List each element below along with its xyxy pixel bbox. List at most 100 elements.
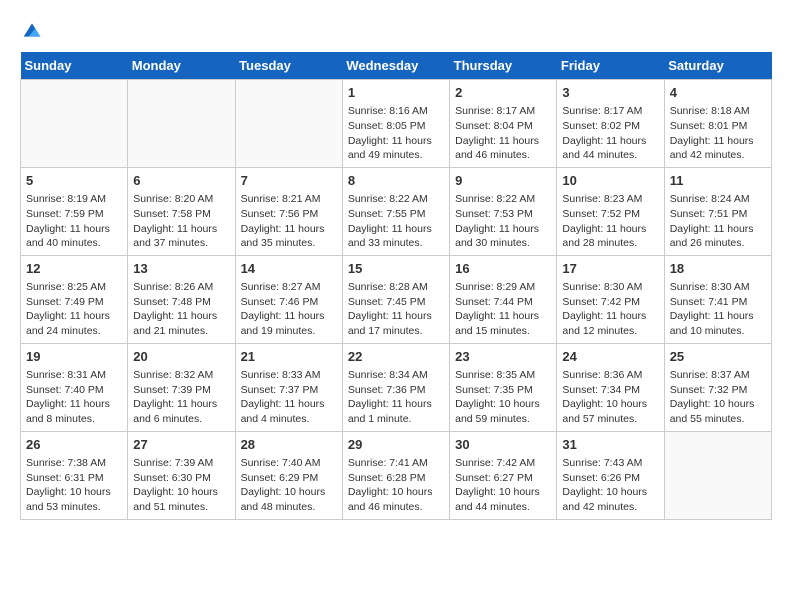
calendar-week-5: 26Sunrise: 7:38 AM Sunset: 6:31 PM Dayli… [21, 431, 772, 519]
weekday-header-row: SundayMondayTuesdayWednesdayThursdayFrid… [21, 52, 772, 80]
day-info: Sunrise: 8:37 AM Sunset: 7:32 PM Dayligh… [670, 368, 766, 427]
day-number: 8 [348, 172, 444, 190]
day-info: Sunrise: 8:28 AM Sunset: 7:45 PM Dayligh… [348, 280, 444, 339]
calendar-cell: 29 Sunrise: 7:41 AM Sunset: 6:28 PM Dayli… [342, 431, 449, 519]
calendar-week-4: 19 Sunrise: 8:31 AM Sunset: 7:40 PM Dayli… [21, 343, 772, 431]
calendar-cell: 5 Sunrise: 8:19 AM Sunset: 7:59 PM Daylig… [21, 167, 128, 255]
calendar-cell [128, 80, 235, 168]
day-info: Sunrise: 8:30 AM Sunset: 7:41 PM Dayligh… [670, 280, 766, 339]
weekday-header-thursday: Thursday [450, 52, 557, 80]
day-info: Sunrise: 8:16 AM Sunset: 8:05 PM Dayligh… [348, 104, 444, 163]
day-info: Sunrise: 8:21 AM Sunset: 7:56 PM Dayligh… [241, 192, 337, 251]
calendar-cell: 17Sunrise: 8:30 AM Sunset: 7:42 PM Dayli… [557, 255, 664, 343]
calendar-cell: 27 Sunrise: 7:39 AM Sunset: 6:30 PM Dayli… [128, 431, 235, 519]
day-number: 28 [241, 436, 337, 454]
day-info: Sunrise: 8:19 AM Sunset: 7:59 PM Dayligh… [26, 192, 122, 251]
day-number: 3 [562, 84, 658, 102]
calendar-cell: 10 Sunrise: 8:23 AM Sunset: 7:52 PM Dayli… [557, 167, 664, 255]
day-number: 27 [133, 436, 229, 454]
day-info: Sunrise: 7:41 AM Sunset: 6:28 PM Dayligh… [348, 456, 444, 515]
calendar-cell: 14 Sunrise: 8:27 AM Sunset: 7:46 PM Dayli… [235, 255, 342, 343]
calendar-cell: 18Sunrise: 8:30 AM Sunset: 7:41 PM Dayli… [664, 255, 771, 343]
calendar-cell: 15 Sunrise: 8:28 AM Sunset: 7:45 PM Dayli… [342, 255, 449, 343]
weekday-header-saturday: Saturday [664, 52, 771, 80]
day-info: Sunrise: 8:29 AM Sunset: 7:44 PM Dayligh… [455, 280, 551, 339]
calendar-cell [21, 80, 128, 168]
calendar-cell: 19 Sunrise: 8:31 AM Sunset: 7:40 PM Dayli… [21, 343, 128, 431]
day-number: 11 [670, 172, 766, 190]
day-info: Sunrise: 8:20 AM Sunset: 7:58 PM Dayligh… [133, 192, 229, 251]
day-number: 9 [455, 172, 551, 190]
day-info: Sunrise: 8:22 AM Sunset: 7:55 PM Dayligh… [348, 192, 444, 251]
calendar-cell: 6 Sunrise: 8:20 AM Sunset: 7:58 PM Daylig… [128, 167, 235, 255]
day-number: 25 [670, 348, 766, 366]
day-number: 12 [26, 260, 122, 278]
day-number: 23 [455, 348, 551, 366]
day-number: 2 [455, 84, 551, 102]
day-info: Sunrise: 7:38 AM Sunset: 6:31 PM Dayligh… [26, 456, 122, 515]
day-info: Sunrise: 7:40 AM Sunset: 6:29 PM Dayligh… [241, 456, 337, 515]
calendar-cell: 2 Sunrise: 8:17 AM Sunset: 8:04 PM Daylig… [450, 80, 557, 168]
day-info: Sunrise: 8:36 AM Sunset: 7:34 PM Dayligh… [562, 368, 658, 427]
day-number: 31 [562, 436, 658, 454]
day-number: 22 [348, 348, 444, 366]
day-info: Sunrise: 8:31 AM Sunset: 7:40 PM Dayligh… [26, 368, 122, 427]
calendar-cell: 30 Sunrise: 7:42 AM Sunset: 6:27 PM Dayli… [450, 431, 557, 519]
calendar-cell: 13 Sunrise: 8:26 AM Sunset: 7:48 PM Dayli… [128, 255, 235, 343]
day-info: Sunrise: 8:25 AM Sunset: 7:49 PM Dayligh… [26, 280, 122, 339]
calendar-cell: 16 Sunrise: 8:29 AM Sunset: 7:44 PM Dayli… [450, 255, 557, 343]
day-info: Sunrise: 8:22 AM Sunset: 7:53 PM Dayligh… [455, 192, 551, 251]
day-info: Sunrise: 7:43 AM Sunset: 6:26 PM Dayligh… [562, 456, 658, 515]
calendar-week-1: 1 Sunrise: 8:16 AM Sunset: 8:05 PM Daylig… [21, 80, 772, 168]
day-number: 24 [562, 348, 658, 366]
calendar-cell: 24 Sunrise: 8:36 AM Sunset: 7:34 PM Dayli… [557, 343, 664, 431]
day-info: Sunrise: 8:35 AM Sunset: 7:35 PM Dayligh… [455, 368, 551, 427]
day-number: 6 [133, 172, 229, 190]
day-number: 13 [133, 260, 229, 278]
day-number: 20 [133, 348, 229, 366]
day-number: 19 [26, 348, 122, 366]
calendar-cell: 7 Sunrise: 8:21 AM Sunset: 7:56 PM Daylig… [235, 167, 342, 255]
calendar-cell: 11 Sunrise: 8:24 AM Sunset: 7:51 PM Dayli… [664, 167, 771, 255]
day-number: 1 [348, 84, 444, 102]
calendar-cell: 28 Sunrise: 7:40 AM Sunset: 6:29 PM Dayli… [235, 431, 342, 519]
day-info: Sunrise: 8:32 AM Sunset: 7:39 PM Dayligh… [133, 368, 229, 427]
day-number: 16 [455, 260, 551, 278]
day-number: 15 [348, 260, 444, 278]
day-number: 29 [348, 436, 444, 454]
day-number: 21 [241, 348, 337, 366]
calendar-cell: 8 Sunrise: 8:22 AM Sunset: 7:55 PM Daylig… [342, 167, 449, 255]
calendar-cell: 23 Sunrise: 8:35 AM Sunset: 7:35 PM Dayli… [450, 343, 557, 431]
calendar-cell [235, 80, 342, 168]
calendar-cell: 31 Sunrise: 7:43 AM Sunset: 6:26 PM Dayli… [557, 431, 664, 519]
day-info: Sunrise: 8:26 AM Sunset: 7:48 PM Dayligh… [133, 280, 229, 339]
weekday-header-tuesday: Tuesday [235, 52, 342, 80]
calendar-cell: 21 Sunrise: 8:33 AM Sunset: 7:37 PM Dayli… [235, 343, 342, 431]
day-info: Sunrise: 8:17 AM Sunset: 8:04 PM Dayligh… [455, 104, 551, 163]
calendar-cell: 4Sunrise: 8:18 AM Sunset: 8:01 PM Daylig… [664, 80, 771, 168]
calendar-cell [664, 431, 771, 519]
day-info: Sunrise: 8:24 AM Sunset: 7:51 PM Dayligh… [670, 192, 766, 251]
calendar-week-3: 12 Sunrise: 8:25 AM Sunset: 7:49 PM Dayli… [21, 255, 772, 343]
day-number: 14 [241, 260, 337, 278]
weekday-header-monday: Monday [128, 52, 235, 80]
day-number: 30 [455, 436, 551, 454]
day-info: Sunrise: 8:30 AM Sunset: 7:42 PM Dayligh… [562, 280, 658, 339]
weekday-header-friday: Friday [557, 52, 664, 80]
day-info: Sunrise: 8:23 AM Sunset: 7:52 PM Dayligh… [562, 192, 658, 251]
page-header [20, 20, 772, 36]
calendar-cell: 25 Sunrise: 8:37 AM Sunset: 7:32 PM Dayli… [664, 343, 771, 431]
day-info: Sunrise: 7:39 AM Sunset: 6:30 PM Dayligh… [133, 456, 229, 515]
day-info: Sunrise: 8:34 AM Sunset: 7:36 PM Dayligh… [348, 368, 444, 427]
day-info: Sunrise: 8:33 AM Sunset: 7:37 PM Dayligh… [241, 368, 337, 427]
day-info: Sunrise: 8:27 AM Sunset: 7:46 PM Dayligh… [241, 280, 337, 339]
day-info: Sunrise: 7:42 AM Sunset: 6:27 PM Dayligh… [455, 456, 551, 515]
day-number: 5 [26, 172, 122, 190]
weekday-header-wednesday: Wednesday [342, 52, 449, 80]
logo [20, 20, 42, 36]
day-number: 10 [562, 172, 658, 190]
calendar-week-2: 5 Sunrise: 8:19 AM Sunset: 7:59 PM Daylig… [21, 167, 772, 255]
calendar-table: SundayMondayTuesdayWednesdayThursdayFrid… [20, 52, 772, 520]
calendar-cell: 20 Sunrise: 8:32 AM Sunset: 7:39 PM Dayli… [128, 343, 235, 431]
day-number: 7 [241, 172, 337, 190]
